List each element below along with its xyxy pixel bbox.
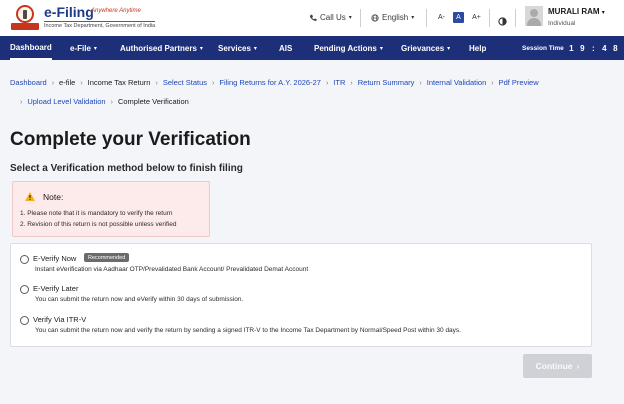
page-subtitle: Select a Verification method below to fi… bbox=[10, 163, 243, 174]
logo-title: e-Filing bbox=[44, 4, 94, 20]
contrast-icon bbox=[498, 17, 507, 26]
font-increase-button[interactable]: A+ bbox=[471, 12, 482, 23]
e-verify-now-desc: Instant eVerification via Aadhaar OTP/Pr… bbox=[35, 266, 309, 273]
breadcrumb-e-file: e-file bbox=[59, 78, 76, 87]
warning-icon bbox=[25, 192, 35, 201]
nav-pending-actions[interactable]: Pending Actions ▾ bbox=[314, 36, 383, 60]
breadcrumb-return-summary[interactable]: Return Summary bbox=[358, 74, 415, 92]
font-default-button[interactable]: A bbox=[453, 12, 464, 23]
chevron-right-icon: › bbox=[350, 80, 353, 87]
header-divider bbox=[515, 9, 516, 27]
breadcrumb-itr[interactable]: ITR bbox=[333, 74, 345, 92]
chevron-right-icon: › bbox=[155, 80, 158, 87]
chevron-down-icon: ▾ bbox=[411, 15, 415, 21]
session-digit: 1 bbox=[569, 43, 574, 53]
nav-e-file[interactable]: e-File ▾ bbox=[70, 36, 97, 60]
contrast-toggle[interactable] bbox=[498, 13, 507, 31]
efiling-logo[interactable]: e-Filing Anywhere Anytime Income Tax Dep… bbox=[10, 4, 156, 32]
call-us-menu[interactable]: Call Us ▾ bbox=[309, 13, 352, 22]
continue-label: Continue bbox=[535, 361, 573, 371]
session-digit: 4 bbox=[602, 43, 607, 53]
chevron-right-icon: › bbox=[491, 80, 494, 87]
chevron-down-icon: ▾ bbox=[447, 45, 451, 52]
breadcrumb-pdf-preview[interactable]: Pdf Preview bbox=[499, 74, 539, 92]
note-line-1: 1. Please note that it is mandatory to v… bbox=[20, 210, 173, 217]
globe-icon bbox=[371, 13, 379, 22]
chevron-down-icon: ▾ bbox=[601, 10, 605, 16]
chevron-down-icon: ▾ bbox=[348, 15, 352, 21]
call-us-label: Call Us bbox=[320, 13, 346, 22]
header-divider bbox=[426, 9, 427, 27]
phone-icon bbox=[309, 14, 317, 21]
chevron-right-icon: › bbox=[576, 361, 580, 371]
logo-tagline: Anywhere Anytime bbox=[91, 8, 141, 14]
e-verify-later-radio[interactable] bbox=[20, 285, 29, 294]
chevron-down-icon: ▾ bbox=[93, 45, 97, 52]
continue-button[interactable]: Continue › bbox=[523, 354, 592, 378]
avatar[interactable] bbox=[525, 6, 543, 26]
verify-itr-v-label[interactable]: Verify Via ITR-V bbox=[33, 315, 86, 324]
recommended-badge: Recommended bbox=[84, 253, 130, 262]
verify-itr-v-desc: You can submit the return now and verify… bbox=[35, 327, 461, 334]
user-role: Individual bbox=[548, 20, 576, 27]
e-verify-now-label[interactable]: E-Verify Now bbox=[33, 254, 76, 263]
main-nav: Dashboard e-File ▾ Authorised Partners ▾ S… bbox=[0, 36, 624, 60]
note-box: Note: 1. Please note that it is mandator… bbox=[12, 181, 210, 237]
note-heading: Note: bbox=[43, 192, 64, 202]
e-verify-now-radio[interactable] bbox=[20, 255, 29, 264]
chevron-down-icon: ▾ bbox=[253, 45, 257, 52]
user-menu[interactable]: MURALI RAM ▾ bbox=[548, 7, 605, 16]
breadcrumb-internal-validation[interactable]: Internal Validation bbox=[427, 74, 486, 92]
user-name: MURALI RAM bbox=[548, 7, 600, 16]
nav-authorised-partners[interactable]: Authorised Partners ▾ bbox=[120, 36, 203, 60]
breadcrumb-complete-verification: Complete Verification bbox=[117, 97, 189, 106]
emblem-icon bbox=[10, 4, 40, 32]
page-title: Complete your Verification bbox=[10, 129, 251, 150]
nav-dashboard[interactable]: Dashboard bbox=[10, 36, 52, 60]
chevron-right-icon: › bbox=[51, 80, 55, 87]
chevron-down-icon: ▾ bbox=[199, 45, 203, 52]
header-divider bbox=[489, 9, 490, 27]
language-label: English bbox=[382, 13, 409, 22]
header-divider bbox=[360, 9, 361, 27]
top-header: e-Filing Anywhere Anytime Income Tax Dep… bbox=[0, 0, 624, 36]
breadcrumb-income-tax-return: Income Tax Return bbox=[87, 78, 151, 87]
chevron-right-icon: › bbox=[212, 80, 215, 87]
breadcrumb-select-status[interactable]: Select Status bbox=[163, 74, 207, 92]
session-digit: : bbox=[591, 43, 595, 53]
session-digit: 9 bbox=[580, 43, 585, 53]
chevron-down-icon: ▾ bbox=[379, 45, 383, 52]
breadcrumb: Dashboard › e-file › Income Tax Return › Selec… bbox=[10, 74, 614, 112]
nav-help[interactable]: Help bbox=[469, 36, 486, 60]
nav-ais[interactable]: AIS bbox=[279, 36, 292, 60]
e-verify-later-desc: You can submit the return now and eVerif… bbox=[35, 296, 244, 303]
nav-services[interactable]: Services ▾ bbox=[218, 36, 257, 60]
chevron-right-icon: › bbox=[80, 80, 83, 87]
chevron-right-icon: › bbox=[110, 99, 113, 106]
logo-subtitle: Income Tax Department, Government of Ind… bbox=[44, 21, 156, 29]
session-timer: Session Time 1 9 : 4 8 bbox=[522, 36, 619, 60]
nav-grievances[interactable]: Grievances ▾ bbox=[401, 36, 450, 60]
breadcrumb-filing-returns[interactable]: Filing Returns for A.Y. 2026-27 bbox=[219, 74, 321, 92]
breadcrumb-upload-level-validation[interactable]: Upload Level Validation bbox=[27, 93, 105, 111]
e-verify-later-label[interactable]: E-Verify Later bbox=[33, 284, 78, 293]
language-selector[interactable]: English ▾ bbox=[371, 13, 414, 22]
session-label: Session Time bbox=[522, 44, 564, 52]
verification-options: E-Verify Now Recommended Instant eVerifi… bbox=[10, 243, 592, 347]
chevron-right-icon: › bbox=[325, 80, 329, 87]
font-decrease-button[interactable]: A- bbox=[436, 12, 447, 23]
note-line-2: 2. Revision of this return is not possib… bbox=[20, 221, 177, 228]
chevron-right-icon: › bbox=[419, 80, 422, 87]
session-digit: 8 bbox=[613, 43, 618, 53]
verify-itr-v-radio[interactable] bbox=[20, 316, 29, 325]
breadcrumb-dashboard[interactable]: Dashboard bbox=[10, 74, 47, 92]
chevron-right-icon: › bbox=[20, 99, 23, 106]
